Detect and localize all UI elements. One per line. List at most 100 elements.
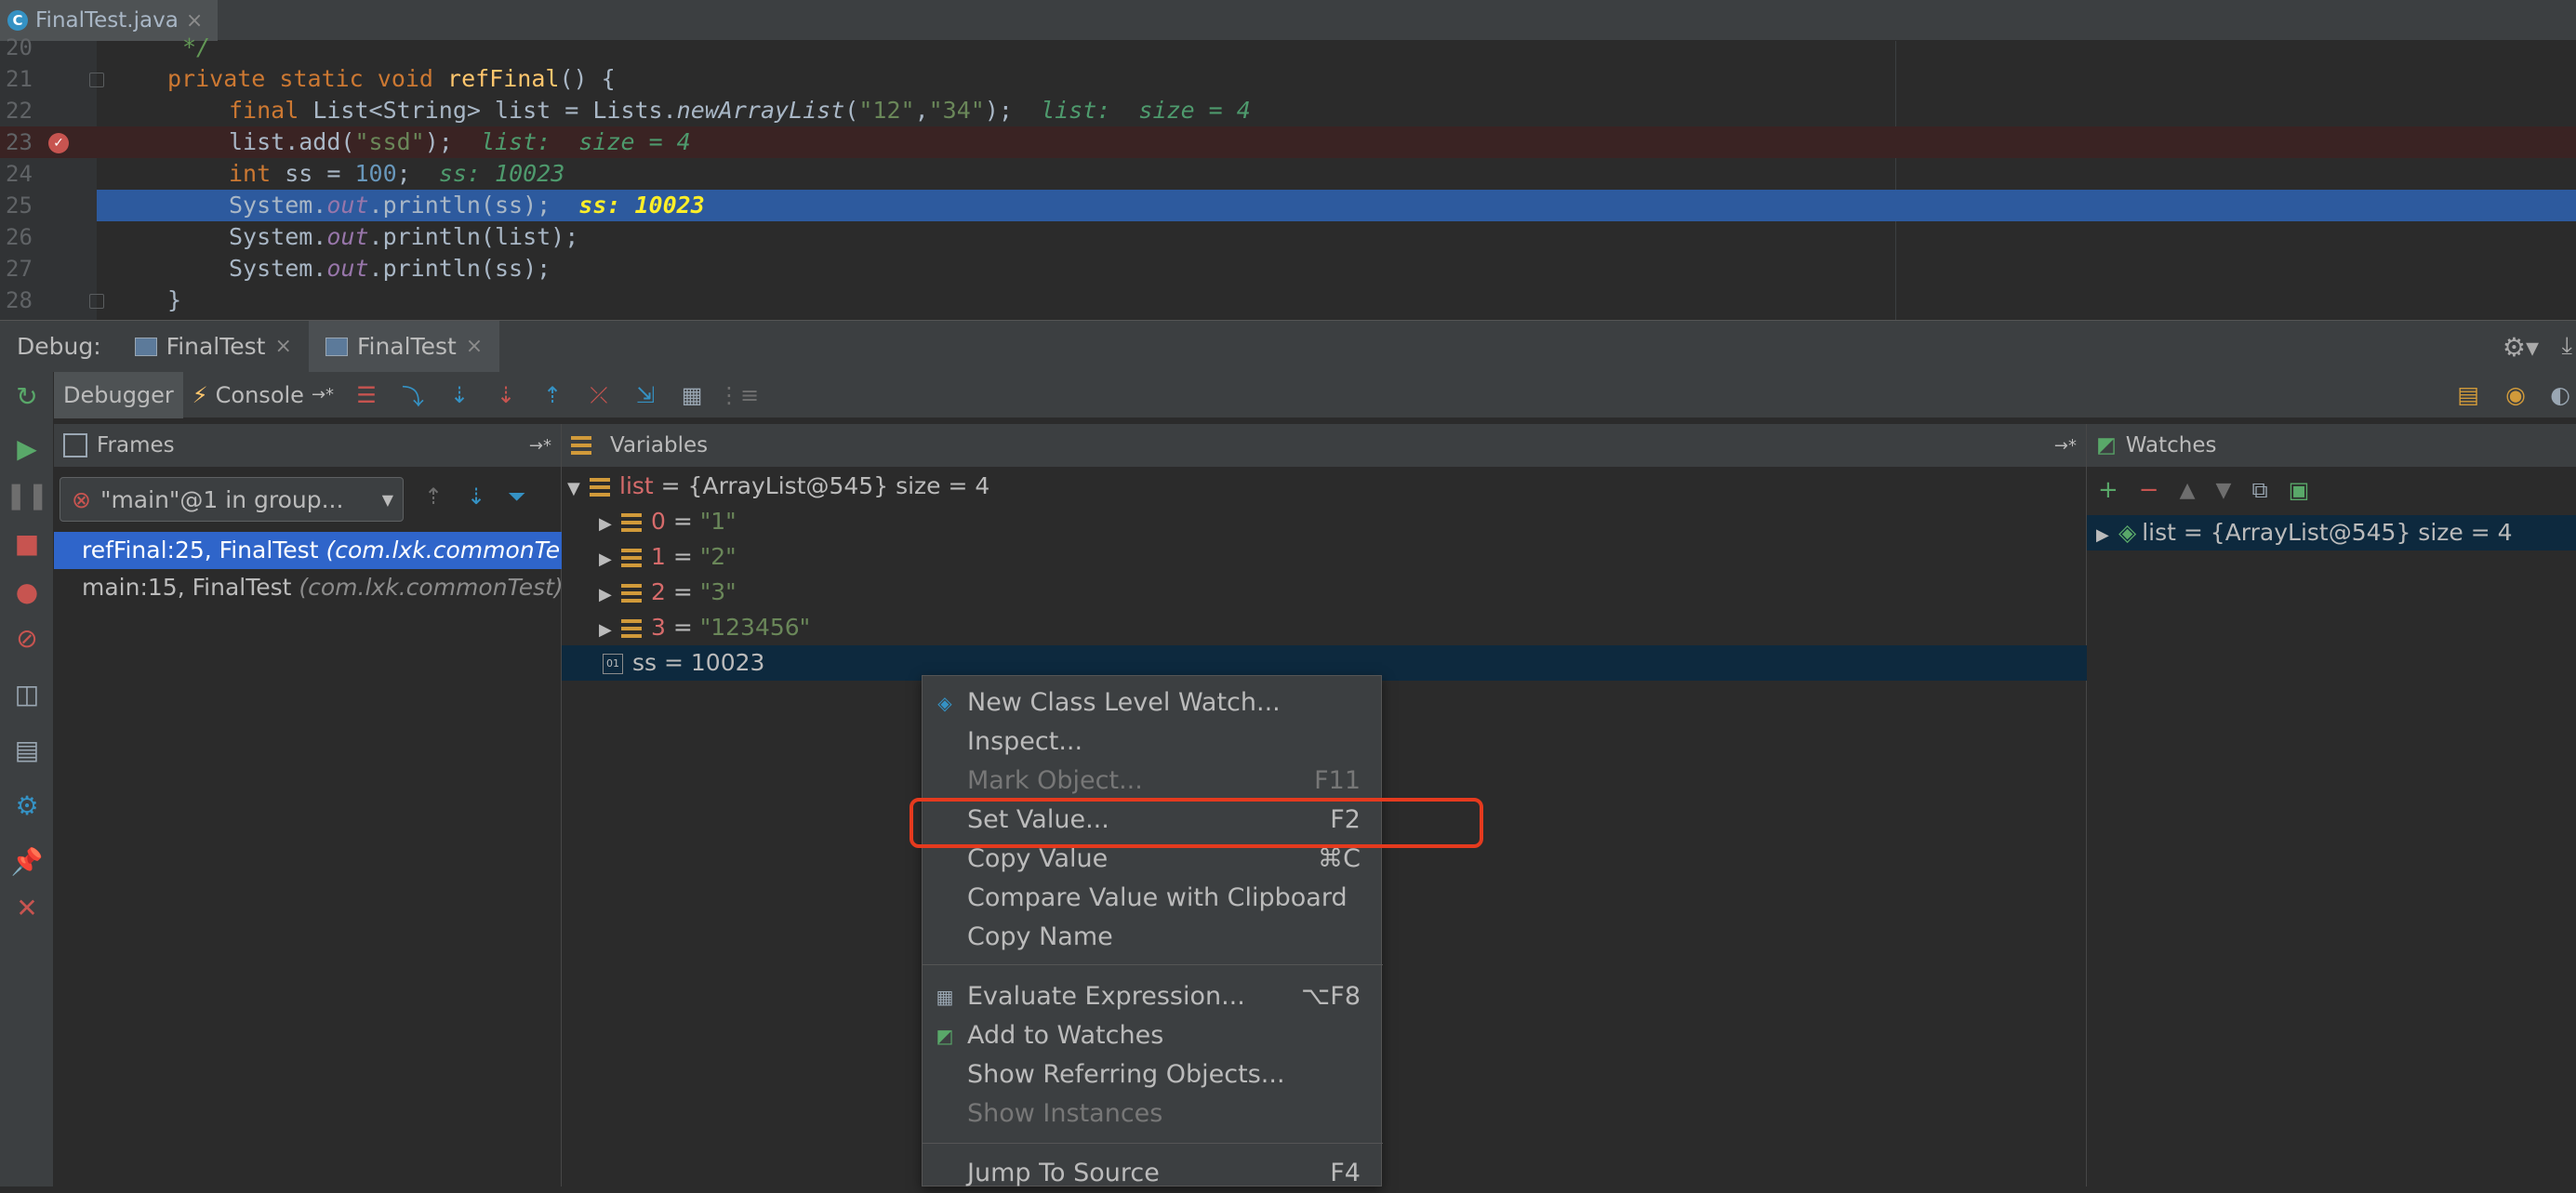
string-literal: "ssd" bbox=[354, 128, 425, 155]
menu-label: Show Instances bbox=[967, 1099, 1163, 1128]
evaluate-expression-icon[interactable]: ▦ bbox=[678, 381, 706, 409]
code-token: System. bbox=[229, 223, 327, 250]
variable-name: 0 bbox=[651, 508, 666, 535]
close-tab-icon[interactable]: × bbox=[275, 335, 292, 358]
stop-icon[interactable]: ■ bbox=[8, 524, 46, 562]
menu-item-show-instances[interactable]: Show Instances bbox=[923, 1094, 1383, 1133]
menu-item-add-to-watches[interactable]: ◩ Add to Watches bbox=[923, 1016, 1383, 1055]
watch-row[interactable]: ▶ ◈ list = {ArrayList@545} size = 4 bbox=[2087, 515, 2576, 550]
tab-debugger[interactable]: Debugger bbox=[54, 371, 183, 418]
watches-header: ◩ Watches bbox=[2087, 424, 2576, 468]
get-thread-dump-icon[interactable]: ◫ bbox=[8, 675, 46, 712]
force-step-into-icon[interactable]: ⇣ bbox=[492, 381, 520, 409]
debug-session-tab-active[interactable]: FinalTest × bbox=[308, 320, 500, 373]
number-literal: 100 bbox=[354, 160, 397, 187]
debug-settings-icon[interactable]: ⚙ bbox=[8, 787, 46, 824]
variable-row[interactable]: ▶ 2 = "3" bbox=[562, 575, 2124, 610]
expand-icon[interactable]: ▶ bbox=[599, 507, 621, 542]
variable-row[interactable]: ▶ 3 = "123456" bbox=[562, 610, 2124, 645]
memory-icon[interactable]: ◉ bbox=[2505, 381, 2526, 408]
close-debug-icon[interactable]: ✕ bbox=[8, 889, 46, 926]
pin-arrow-icon[interactable]: →* bbox=[2054, 436, 2077, 456]
expand-icon[interactable]: ▶ bbox=[2096, 518, 2118, 553]
pause-icon[interactable]: ❚❚ bbox=[6, 476, 49, 513]
menu-item-inspect[interactable]: Inspect... bbox=[923, 722, 1383, 762]
rerun-icon[interactable]: ↻ bbox=[8, 378, 46, 415]
move-up-icon[interactable]: ▲ bbox=[2180, 479, 2196, 502]
variable-row[interactable]: ▶ 1 = "2" bbox=[562, 539, 2124, 575]
move-down-icon[interactable]: ▼ bbox=[2216, 479, 2232, 502]
code-text: int ss = 100; ss: 10023 bbox=[229, 158, 564, 190]
pin-icon[interactable]: 📌 bbox=[8, 842, 46, 880]
watches-settings-icon[interactable]: ▣ bbox=[2289, 477, 2310, 503]
field-icon bbox=[621, 513, 642, 532]
thread-selector[interactable]: ⊗ "main"@1 in group... ▼ bbox=[60, 477, 404, 522]
frame-up-icon[interactable]: ⇡ bbox=[424, 484, 443, 510]
run-to-cursor-icon[interactable]: ⇲ bbox=[631, 381, 659, 409]
menu-item-show-referring-objects[interactable]: Show Referring Objects... bbox=[923, 1055, 1383, 1094]
fold-marker-icon[interactable] bbox=[89, 294, 104, 309]
step-out-icon[interactable]: ⇡ bbox=[538, 381, 566, 409]
restore-layout-icon[interactable]: ▤ bbox=[8, 731, 46, 768]
debug-session-tab[interactable]: FinalTest × bbox=[118, 321, 309, 373]
drop-frame-icon[interactable]: ⤫ bbox=[585, 381, 613, 409]
mute-breakpoints-icon[interactable]: ⊘ bbox=[8, 619, 46, 656]
breakpoint-icon[interactable]: ✓ bbox=[48, 133, 69, 153]
variable-name: list bbox=[619, 472, 654, 499]
pin-arrow-icon[interactable]: →* bbox=[312, 385, 334, 404]
frame-down-icon[interactable]: ⇣ bbox=[467, 484, 485, 510]
view-breakpoints-icon[interactable]: ● bbox=[8, 573, 46, 610]
keyword: final bbox=[229, 97, 313, 124]
code-lines: 20 */ 21 private static void refFinal() … bbox=[0, 33, 2576, 320]
tab-console[interactable]: ⚡ Console →* bbox=[183, 372, 343, 418]
performance-icon[interactable]: ◐ bbox=[2550, 381, 2570, 408]
menu-item-compare-value[interactable]: Compare Value with Clipboard bbox=[923, 879, 1383, 918]
frame-method: main:15, FinalTest bbox=[82, 574, 299, 601]
layout-icon[interactable]: ▤ bbox=[2457, 381, 2479, 408]
calculator-icon: ▦ bbox=[936, 986, 954, 1008]
remove-watch-icon[interactable]: − bbox=[2139, 476, 2159, 504]
duplicate-watch-icon[interactable]: ⧉ bbox=[2251, 477, 2267, 503]
step-into-icon[interactable]: ⇣ bbox=[445, 381, 473, 409]
code-token: ss = bbox=[285, 160, 355, 187]
hide-panel-icon[interactable]: ⤓ bbox=[2562, 332, 2573, 361]
menu-item-mark-object[interactable]: Mark Object... F11 bbox=[923, 762, 1383, 801]
menu-item-new-class-level-watch[interactable]: ◈ New Class Level Watch... bbox=[923, 683, 1383, 722]
pin-arrow-icon[interactable]: →* bbox=[529, 436, 551, 456]
expand-icon[interactable]: ▶ bbox=[599, 542, 621, 577]
step-over-icon[interactable]: ⤵ bbox=[399, 381, 427, 410]
resume-icon[interactable]: ▶ bbox=[8, 430, 46, 467]
collapse-icon[interactable]: ▼ bbox=[567, 471, 590, 507]
menu-item-jump-to-source[interactable]: Jump To Source F4 bbox=[923, 1154, 1383, 1193]
settings-gear-icon[interactable]: ⚙▾ bbox=[2503, 332, 2539, 363]
show-execution-point-icon[interactable]: ☰ bbox=[352, 381, 380, 409]
add-watch-icon[interactable]: + bbox=[2098, 476, 2118, 504]
console-tab-label: Console bbox=[215, 381, 304, 408]
thread-selector-value: "main"@1 in group... bbox=[100, 485, 344, 513]
close-tab-icon[interactable]: × bbox=[466, 335, 483, 358]
java-class-icon: C bbox=[7, 10, 28, 31]
close-tab-icon[interactable]: × bbox=[186, 9, 203, 33]
menu-shortcut: F4 bbox=[1330, 1159, 1361, 1187]
line-number: 26 bbox=[6, 224, 33, 250]
string-literal: "12" bbox=[858, 97, 915, 124]
code-text: } bbox=[167, 286, 182, 313]
expand-icon[interactable]: ▶ bbox=[599, 577, 621, 613]
inline-debug-hint: ss: 10023 bbox=[578, 192, 705, 219]
code-token: () { bbox=[559, 65, 616, 92]
variable-row[interactable]: ▶ 0 = "1" bbox=[562, 504, 2124, 539]
expand-icon[interactable]: ▶ bbox=[599, 613, 621, 648]
field-icon bbox=[621, 549, 642, 567]
watches-title: Watches bbox=[2125, 433, 2217, 457]
trace-current-stream-icon[interactable]: ⋮≡ bbox=[718, 381, 759, 409]
menu-label: Compare Value with Clipboard bbox=[967, 883, 1348, 912]
frame-item-selected[interactable]: refFinal:25, FinalTest (com.lxk.commonTe bbox=[54, 532, 590, 569]
frame-item[interactable]: main:15, FinalTest (com.lxk.commonTest) bbox=[54, 569, 590, 606]
code-token: .println(list); bbox=[368, 223, 579, 250]
menu-item-copy-name[interactable]: Copy Name bbox=[923, 918, 1383, 957]
variable-row-list[interactable]: ▼ list = {ArrayList@545} size = 4 bbox=[562, 469, 2092, 504]
fold-marker-icon[interactable] bbox=[89, 73, 104, 87]
filter-icon[interactable]: ⏷ bbox=[508, 484, 525, 510]
menu-label: Evaluate Expression... bbox=[967, 982, 1245, 1011]
menu-item-evaluate-expression[interactable]: ▦ Evaluate Expression... ⌥F8 bbox=[923, 977, 1383, 1016]
